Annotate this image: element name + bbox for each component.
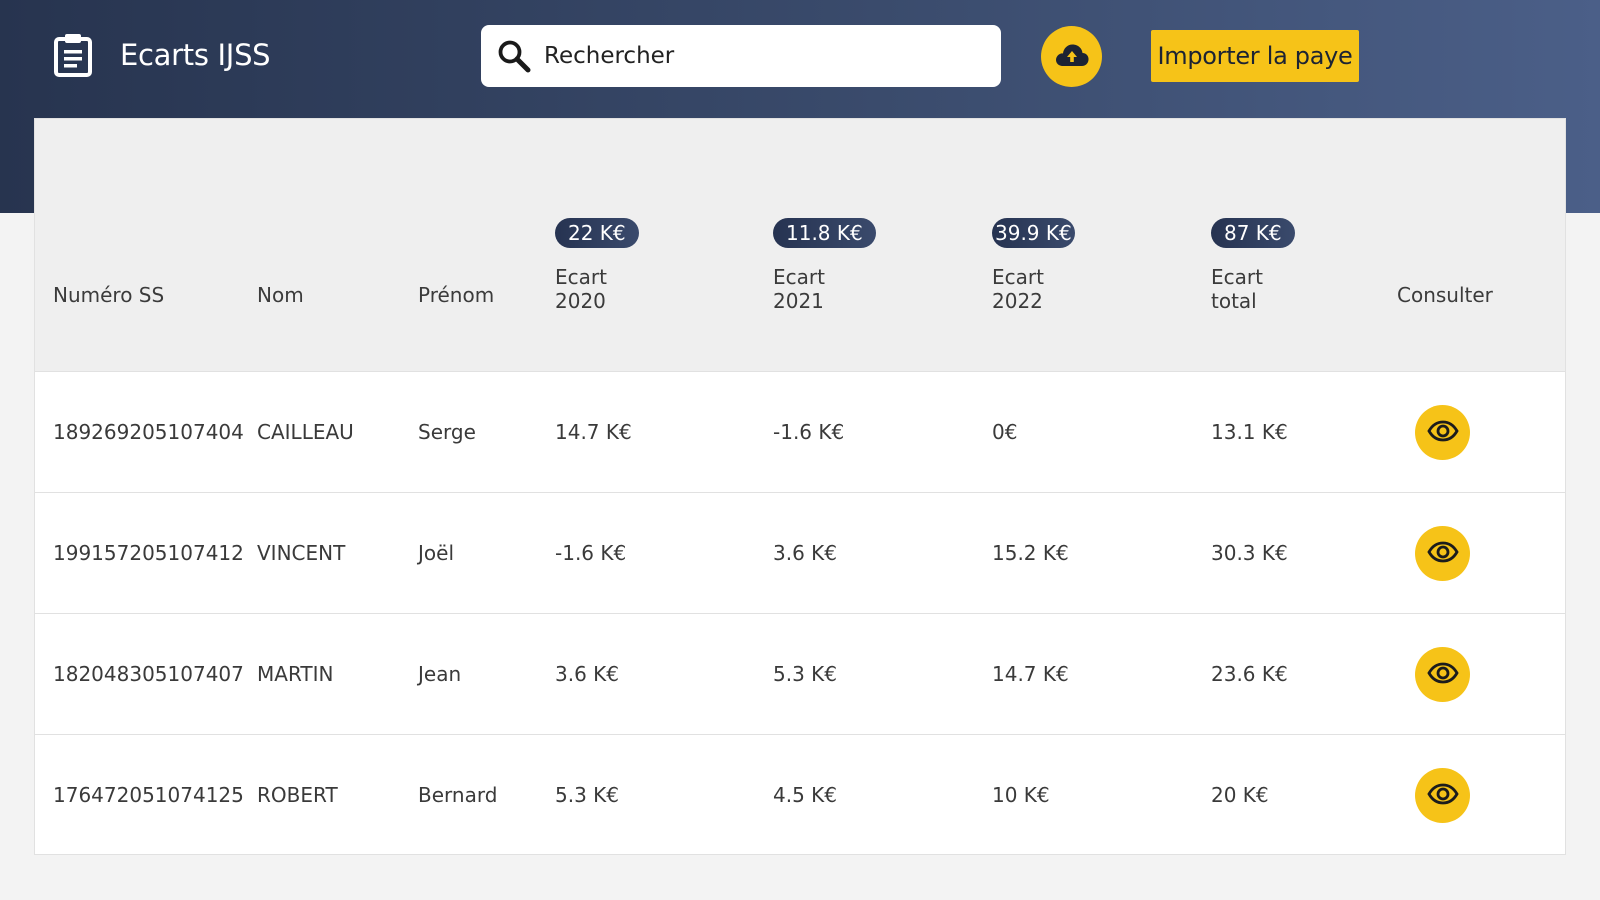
cell-ecart-2022: 14.7 K€ <box>992 662 1069 686</box>
table-row: 199157205107412 VINCENT Joël -1.6 K€ 3.6… <box>35 493 1565 614</box>
cloud-upload-icon <box>1054 42 1090 71</box>
cell-ecart-2020: 5.3 K€ <box>555 783 620 807</box>
total-badge-2021: 11.8 K€ <box>773 218 876 248</box>
table-row: 189269205107404 CAILLEAU Serge 14.7 K€ -… <box>35 372 1565 493</box>
eye-icon <box>1426 420 1459 445</box>
cell-ecart-2022: 15.2 K€ <box>992 541 1069 565</box>
gaps-table: Numéro SS Nom Prénom 22 K€ Ecart 2020 11.… <box>34 118 1566 855</box>
cell-ecart-2021: -1.6 K€ <box>773 420 845 444</box>
column-header-prenom: Prénom <box>418 283 495 307</box>
cell-ecart-total: 30.3 K€ <box>1211 541 1288 565</box>
upload-button[interactable] <box>1041 26 1102 87</box>
cell-ecart-total: 20 K€ <box>1211 783 1269 807</box>
cell-ecart-2021: 4.5 K€ <box>773 783 838 807</box>
total-badge-ecart-total: 87 K€ <box>1211 218 1295 248</box>
cell-nom: VINCENT <box>257 541 346 565</box>
cell-prenom: Bernard <box>418 783 498 807</box>
eye-icon <box>1426 662 1459 687</box>
cell-numero-ss: 182048305107407 <box>53 662 244 686</box>
cell-nom: ROBERT <box>257 783 338 807</box>
cell-prenom: Joël <box>418 541 454 565</box>
cell-ecart-2022: 0€ <box>992 420 1018 444</box>
eye-icon <box>1426 783 1459 808</box>
view-button[interactable] <box>1415 405 1470 460</box>
top-bar: Ecarts IJSS Importer la paye <box>0 0 1600 118</box>
column-header-ecart-2021: Ecart 2021 <box>773 265 825 313</box>
column-header-consulter: Consulter <box>1397 283 1493 307</box>
search-icon <box>496 38 532 74</box>
view-button[interactable] <box>1415 647 1470 702</box>
table-header: Numéro SS Nom Prénom 22 K€ Ecart 2020 11.… <box>35 119 1565 372</box>
column-header-ecart-total: Ecart total <box>1211 265 1263 313</box>
cell-ecart-2020: 3.6 K€ <box>555 662 620 686</box>
cell-prenom: Serge <box>418 420 476 444</box>
eye-icon <box>1426 541 1459 566</box>
column-header-nom: Nom <box>257 283 304 307</box>
search-input[interactable] <box>544 43 984 69</box>
view-button[interactable] <box>1415 526 1470 581</box>
clipboard-icon <box>52 32 94 78</box>
table-row: 182048305107407 MARTIN Jean 3.6 K€ 5.3 K… <box>35 614 1565 735</box>
brand: Ecarts IJSS <box>52 31 271 79</box>
cell-numero-ss: 199157205107412 <box>53 541 244 565</box>
cell-prenom: Jean <box>418 662 462 686</box>
total-badge-2020: 22 K€ <box>555 218 639 248</box>
cell-ecart-total: 13.1 K€ <box>1211 420 1288 444</box>
column-header-ecart-2020: Ecart 2020 <box>555 265 607 313</box>
cell-nom: CAILLEAU <box>257 420 354 444</box>
table-row: 176472051074125 ROBERT Bernard 5.3 K€ 4.… <box>35 735 1565 856</box>
view-button[interactable] <box>1415 768 1470 823</box>
cell-numero-ss: 176472051074125 <box>53 783 244 807</box>
column-header-numero-ss: Numéro SS <box>53 283 165 307</box>
cell-ecart-2021: 3.6 K€ <box>773 541 838 565</box>
cell-ecart-total: 23.6 K€ <box>1211 662 1288 686</box>
cell-ecart-2020: 14.7 K€ <box>555 420 632 444</box>
cell-nom: MARTIN <box>257 662 334 686</box>
import-payroll-button[interactable]: Importer la paye <box>1151 30 1359 82</box>
app-title: Ecarts IJSS <box>120 38 271 72</box>
cell-ecart-2022: 10 K€ <box>992 783 1050 807</box>
total-badge-2022: 39.9 K€ <box>992 218 1075 248</box>
cell-numero-ss: 189269205107404 <box>53 420 244 444</box>
search-bar[interactable] <box>481 25 1001 87</box>
cell-ecart-2021: 5.3 K€ <box>773 662 838 686</box>
column-header-ecart-2022: Ecart 2022 <box>992 265 1044 313</box>
cell-ecart-2020: -1.6 K€ <box>555 541 627 565</box>
